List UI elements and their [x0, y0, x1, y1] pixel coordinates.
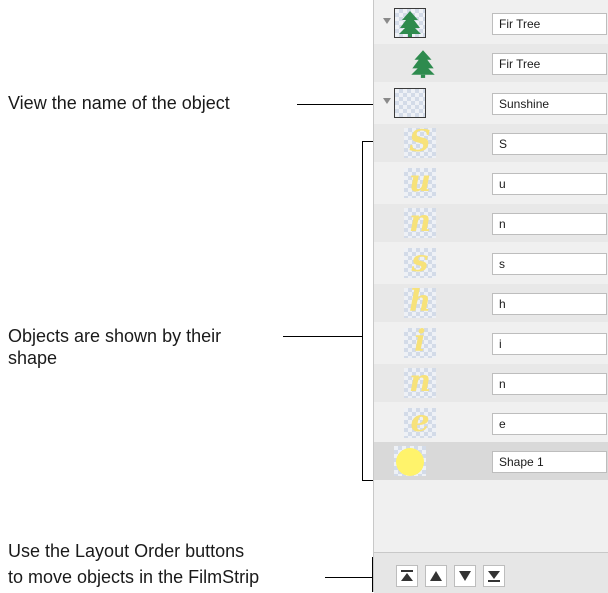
object-name-field[interactable]: Fir Tree	[492, 13, 607, 35]
letter-glyph: s	[411, 244, 429, 279]
object-name-field[interactable]: n	[492, 213, 607, 235]
object-name-field[interactable]: Shape 1	[492, 451, 607, 473]
move-up-button[interactable]	[425, 565, 447, 587]
filmstrip-row-letter[interactable]: h h	[374, 284, 608, 322]
object-name-field[interactable]: e	[492, 413, 607, 435]
shapes-leader-line	[283, 336, 363, 337]
expand-triangle-icon[interactable]	[383, 98, 391, 104]
filmstrip-row-letter[interactable]: i i	[374, 324, 608, 362]
shapes-callout-line2: shape	[8, 348, 58, 368]
letter-shape-thumbnail: n	[404, 364, 436, 399]
yellow-circle-icon	[394, 446, 426, 476]
object-name-field[interactable]: s	[492, 253, 607, 275]
filmstrip-panel: Fir Tree Fir Tree Sunshine S S u u n n s…	[373, 0, 608, 593]
letter-shape-thumbnail: n	[404, 204, 436, 239]
object-name-field[interactable]: n	[492, 373, 607, 395]
letter-glyph: n	[409, 364, 431, 399]
object-name-field[interactable]: i	[492, 333, 607, 355]
object-name-field[interactable]: u	[492, 173, 607, 195]
letter-glyph: e	[410, 404, 430, 439]
letter-shape-thumbnail: e	[404, 404, 436, 439]
filmstrip-row-letter[interactable]: n n	[374, 204, 608, 242]
layout-leader-line	[325, 577, 373, 578]
empty-group-thumbnail	[394, 88, 426, 118]
move-up-icon	[430, 571, 442, 581]
filmstrip-row-letter[interactable]: S S	[374, 124, 608, 162]
expand-triangle-icon[interactable]	[383, 18, 391, 24]
filmstrip-row-sunshine-group[interactable]: Sunshine	[374, 84, 608, 122]
layout-callout-line2: to move objects in the FilmStrip	[8, 567, 260, 587]
letter-glyph: S	[409, 124, 431, 159]
filmstrip-row-letter[interactable]: u u	[374, 164, 608, 202]
object-name-field[interactable]: h	[492, 293, 607, 315]
layout-order-toolbar	[374, 552, 608, 593]
shapes-callout-line1: Objects are shown by their	[8, 326, 222, 346]
letter-glyph: i	[414, 324, 426, 359]
move-to-bottom-button[interactable]	[483, 565, 505, 587]
filmstrip-row-shape-1[interactable]: Shape 1	[374, 442, 608, 480]
letter-glyph: h	[409, 284, 431, 319]
letter-shape-thumbnail: s	[404, 244, 436, 279]
filmstrip-row-letter[interactable]: e e	[374, 404, 608, 442]
move-down-icon	[459, 571, 471, 581]
letter-glyph: u	[409, 164, 431, 199]
layout-callout-line1: Use the Layout Order buttons	[8, 541, 245, 561]
filmstrip-row-letter[interactable]: n n	[374, 364, 608, 402]
letter-glyph: n	[409, 204, 431, 239]
move-down-button[interactable]	[454, 565, 476, 587]
fir-tree-icon	[394, 8, 426, 38]
filmstrip-row-letter[interactable]: s s	[374, 244, 608, 282]
letter-shape-thumbnail: i	[404, 324, 436, 359]
shapes-bracket-vertical	[362, 141, 363, 481]
fir-tree-icon	[407, 48, 439, 78]
letter-shape-thumbnail: h	[404, 284, 436, 319]
move-to-top-button[interactable]	[396, 565, 418, 587]
object-name-field[interactable]: Fir Tree	[492, 53, 607, 75]
object-name-field[interactable]: Sunshine	[492, 93, 607, 115]
move-to-top-icon	[401, 570, 413, 581]
move-to-bottom-icon	[488, 571, 500, 582]
view-name-callout: View the name of the object	[8, 93, 230, 113]
filmstrip-row-fir-tree-group[interactable]: Fir Tree	[374, 4, 608, 42]
letter-shape-thumbnail: u	[404, 164, 436, 199]
object-name-field[interactable]: S	[492, 133, 607, 155]
filmstrip-row-fir-tree[interactable]: Fir Tree	[374, 44, 608, 82]
letter-shape-thumbnail: S	[404, 124, 436, 159]
